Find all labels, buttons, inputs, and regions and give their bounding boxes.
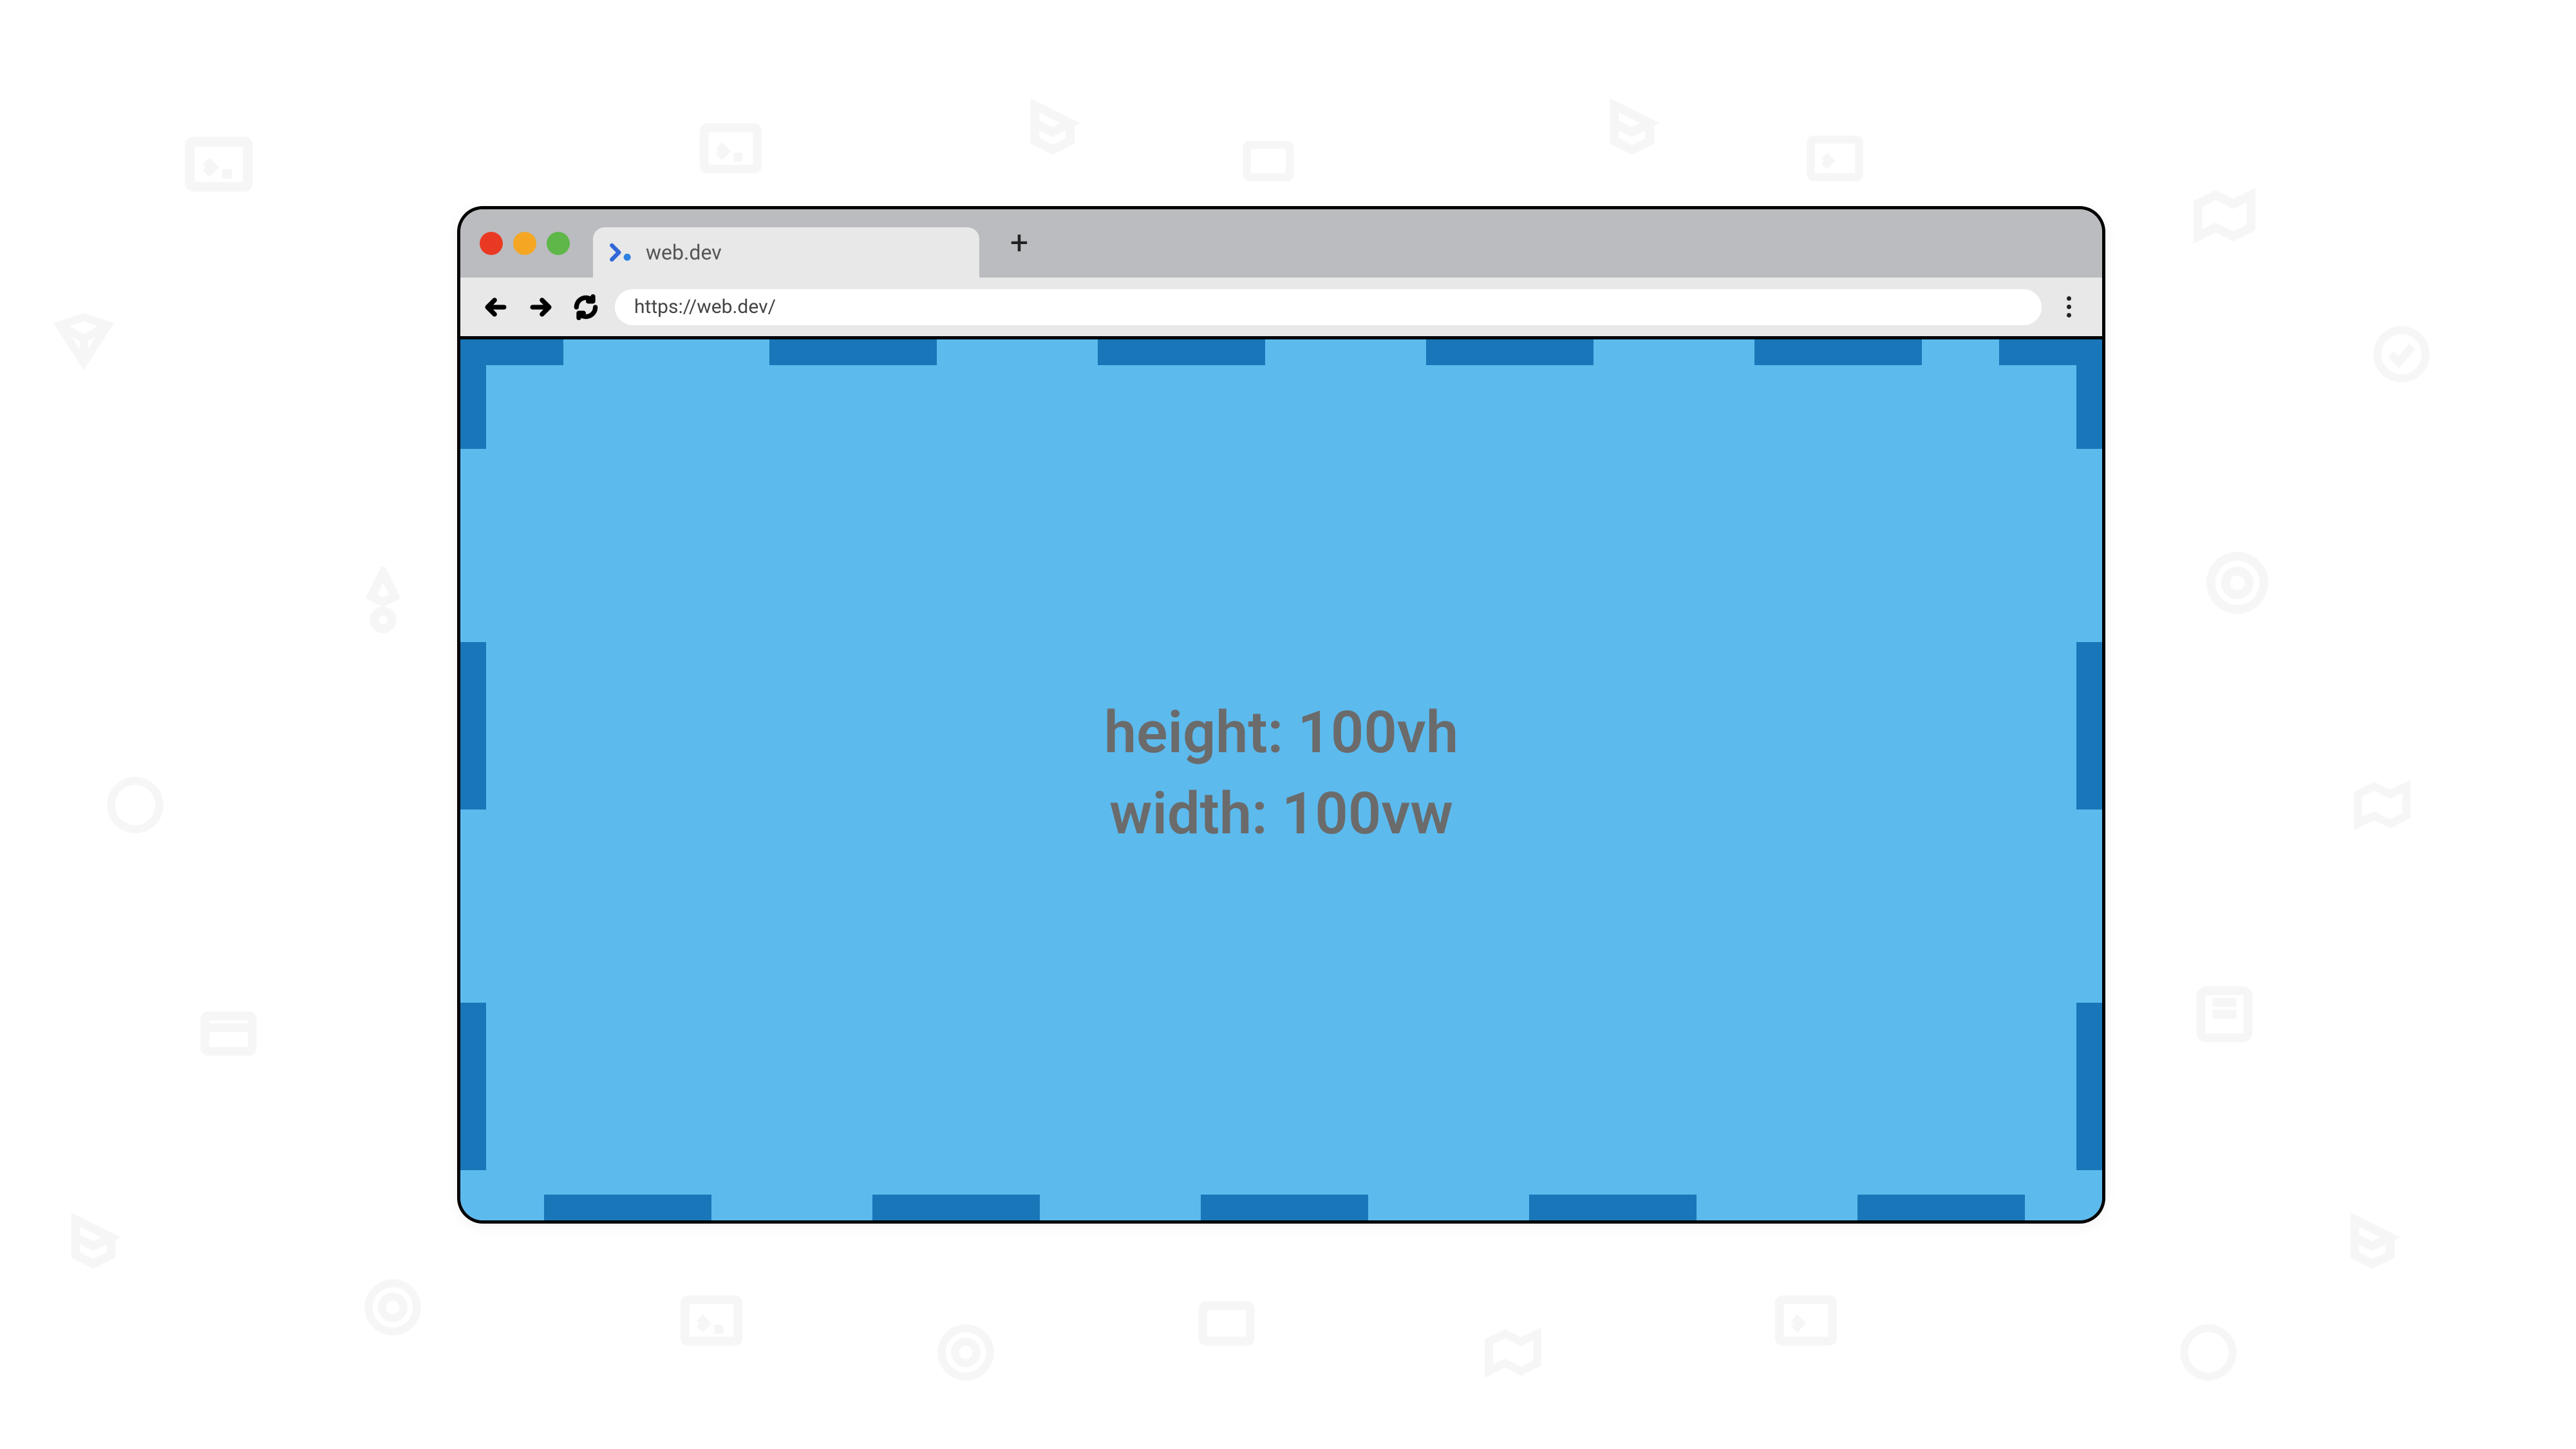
address-bar[interactable]: https://web.dev/ [615,289,2042,325]
arrow-left-icon [482,293,510,321]
toolbar: https://web.dev/ [460,278,2102,339]
forward-button[interactable] [525,291,557,323]
reload-icon [572,293,600,321]
tab-bar: web.dev + [460,209,2102,278]
minimize-window-button[interactable] [513,232,536,255]
viewport-label: height: 100vh width: 100vw [1104,692,1458,855]
browser-menu-button[interactable] [2054,293,2083,321]
back-button[interactable] [480,291,512,323]
new-tab-button[interactable]: + [1004,228,1035,259]
tab-title: web.dev [646,240,722,265]
plus-icon: + [1010,225,1028,262]
address-text: https://web.dev/ [634,296,776,318]
kebab-icon [2067,296,2071,301]
viewport-area: height: 100vh width: 100vw [460,339,2102,1220]
webdev-logo-icon [607,238,635,267]
window-controls [480,232,570,255]
arrow-right-icon [527,293,555,321]
reload-button[interactable] [570,291,602,323]
browser-tab[interactable]: web.dev [593,227,979,278]
viewport-width-label: width: 100vw [1104,773,1458,855]
close-window-button[interactable] [480,232,503,255]
browser-window: web.dev + https://web.dev/ [457,206,2105,1224]
viewport-height-label: height: 100vh [1104,692,1458,773]
maximize-window-button[interactable] [547,232,570,255]
